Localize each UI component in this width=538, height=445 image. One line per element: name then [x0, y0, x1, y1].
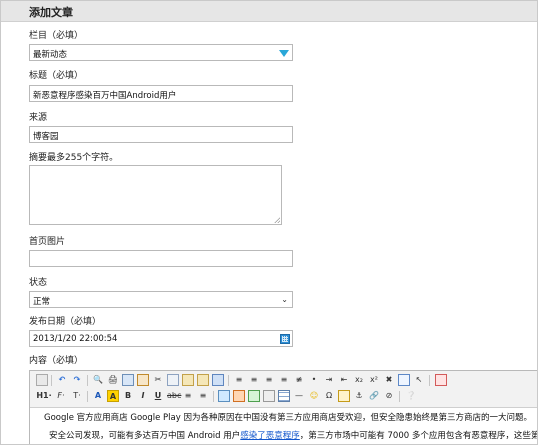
panel-title: 添加文章 — [29, 6, 73, 19]
code-icon[interactable] — [137, 374, 149, 386]
cut-icon[interactable]: ✂ — [152, 374, 164, 386]
fullscreen-icon[interactable] — [435, 374, 447, 386]
editor-paragraph-1: Google 官方应用商店 Google Play 因为各种原因在中国没有第三方… — [44, 413, 532, 423]
subscript-icon[interactable]: x₂ — [353, 374, 365, 386]
publish-date-label: 发布日期（必填） — [29, 317, 102, 327]
resize-handle-icon[interactable] — [274, 217, 280, 223]
highlight-color-icon[interactable]: A — [107, 390, 119, 402]
category-select[interactable]: 最新动态 — [29, 44, 293, 61]
editor-toolbar: ↶ ↷ 🔍 🖨 ✂ ≡ ≡ ≡ ≡ ≢ • ⇥ ⇤ x₂ x² ✖ ↖ H1· … — [30, 371, 537, 408]
flash-icon[interactable] — [233, 390, 245, 402]
align-center-icon[interactable]: ≡ — [248, 374, 260, 386]
editor-content[interactable]: Google 官方应用商店 Google Play 因为各种原因在中国没有第三方… — [30, 408, 538, 444]
align-justify-icon[interactable]: ≡ — [278, 374, 290, 386]
source-input-value: 博客园 — [33, 132, 59, 142]
category-select-value: 最新动态 — [33, 50, 68, 60]
redo-icon[interactable]: ↷ — [71, 374, 83, 386]
unlink-icon[interactable]: ⊘ — [383, 390, 395, 402]
link-icon[interactable]: 🔗 — [368, 390, 380, 402]
summary-label: 摘要最多255个字符。 — [29, 153, 119, 163]
editor-paragraph-2-after: ，第三方市场中可能有 7000 多个应用包含有恶意程序，这些第三 — [299, 431, 538, 441]
format-painter-icon[interactable]: ≡ — [182, 390, 194, 402]
source-code-icon[interactable] — [36, 374, 48, 386]
unordered-list-icon[interactable]: • — [308, 374, 320, 386]
publish-date-value: 2013/1/20 22:00:54 — [33, 334, 118, 344]
file-upload-icon[interactable] — [263, 390, 275, 402]
heading-dropdown[interactable]: H1· — [36, 390, 52, 402]
publish-date-input[interactable]: 2013/1/20 22:00:54 — [29, 330, 293, 347]
paste-icon[interactable] — [182, 374, 194, 386]
calendar-icon[interactable] — [280, 334, 290, 344]
strikethrough-icon[interactable]: abc — [167, 390, 181, 402]
summary-textarea[interactable] — [29, 165, 282, 225]
content-label: 内容（必填） — [29, 356, 84, 366]
horizontal-rule-icon[interactable]: — — [293, 390, 305, 402]
paste-word-icon[interactable] — [212, 374, 224, 386]
ordered-list-icon[interactable]: ≢ — [293, 374, 305, 386]
emoticon-icon[interactable]: ☺ — [308, 390, 320, 402]
anchor-icon[interactable]: ⚓ — [353, 390, 365, 402]
line-height-icon[interactable]: ≡ — [197, 390, 209, 402]
clear-format-icon[interactable]: ✖ — [383, 374, 395, 386]
preview-icon[interactable]: 🔍 — [92, 374, 104, 386]
table-icon[interactable] — [278, 390, 290, 402]
status-select-value: 正常 — [33, 297, 51, 307]
page-break-icon[interactable] — [338, 390, 350, 402]
help-icon[interactable]: ❔ — [405, 390, 417, 402]
print-icon[interactable]: 🖨 — [107, 374, 119, 386]
panel-header: 添加文章 — [1, 1, 537, 22]
rich-text-editor[interactable]: ↶ ↷ 🔍 🖨 ✂ ≡ ≡ ≡ ≡ ≢ • ⇥ ⇤ x₂ x² ✖ ↖ H1· … — [29, 370, 538, 444]
select-all-icon[interactable] — [398, 374, 410, 386]
status-select[interactable]: 正常 ⌄ — [29, 291, 293, 308]
font-family-dropdown[interactable]: F· — [55, 390, 67, 402]
add-article-panel: 添加文章 栏目（必填） 最新动态 标题（必填） 新恶意程序感染百万中国Andro… — [0, 0, 538, 445]
title-label: 标题（必填） — [29, 71, 84, 81]
category-label: 栏目（必填） — [29, 31, 84, 41]
pointer-icon[interactable]: ↖ — [413, 374, 425, 386]
cover-image-input[interactable] — [29, 250, 293, 267]
dropdown-arrow-icon[interactable] — [279, 50, 289, 57]
status-label: 状态 — [29, 278, 48, 288]
source-label: 来源 — [29, 113, 48, 123]
bold-icon[interactable]: B — [122, 390, 134, 402]
editor-paragraph-2-before: 安全公司发现，可能有多达百万中国 Android 用户 — [49, 431, 241, 441]
template-icon[interactable] — [122, 374, 134, 386]
indent-icon[interactable]: ⇥ — [323, 374, 335, 386]
font-size-dropdown[interactable]: T· — [71, 390, 83, 402]
title-input[interactable]: 新恶意程序感染百万中国Android用户 — [29, 85, 293, 102]
paste-text-icon[interactable] — [197, 374, 209, 386]
cover-image-label: 首页图片 — [29, 237, 66, 247]
superscript-icon[interactable]: x² — [368, 374, 380, 386]
media-icon[interactable] — [248, 390, 260, 402]
chevron-down-icon[interactable]: ⌄ — [281, 295, 288, 304]
copy-icon[interactable] — [167, 374, 179, 386]
image-icon[interactable] — [218, 390, 230, 402]
outdent-icon[interactable]: ⇤ — [338, 374, 350, 386]
undo-icon[interactable]: ↶ — [56, 374, 68, 386]
align-left-icon[interactable]: ≡ — [233, 374, 245, 386]
text-color-icon[interactable]: A — [92, 390, 104, 402]
source-input[interactable]: 博客园 — [29, 126, 293, 143]
special-char-icon[interactable]: Ω — [323, 390, 335, 402]
italic-icon[interactable]: I — [137, 390, 149, 402]
underline-icon[interactable]: U — [152, 390, 164, 402]
editor-paragraph-2: 安全公司发现，可能有多达百万中国 Android 用户感染了恶意程序，第三方市场… — [49, 429, 538, 441]
title-input-value: 新恶意程序感染百万中国Android用户 — [33, 91, 177, 101]
align-right-icon[interactable]: ≡ — [263, 374, 275, 386]
editor-inline-link[interactable]: 感染了恶意程序 — [240, 431, 300, 441]
